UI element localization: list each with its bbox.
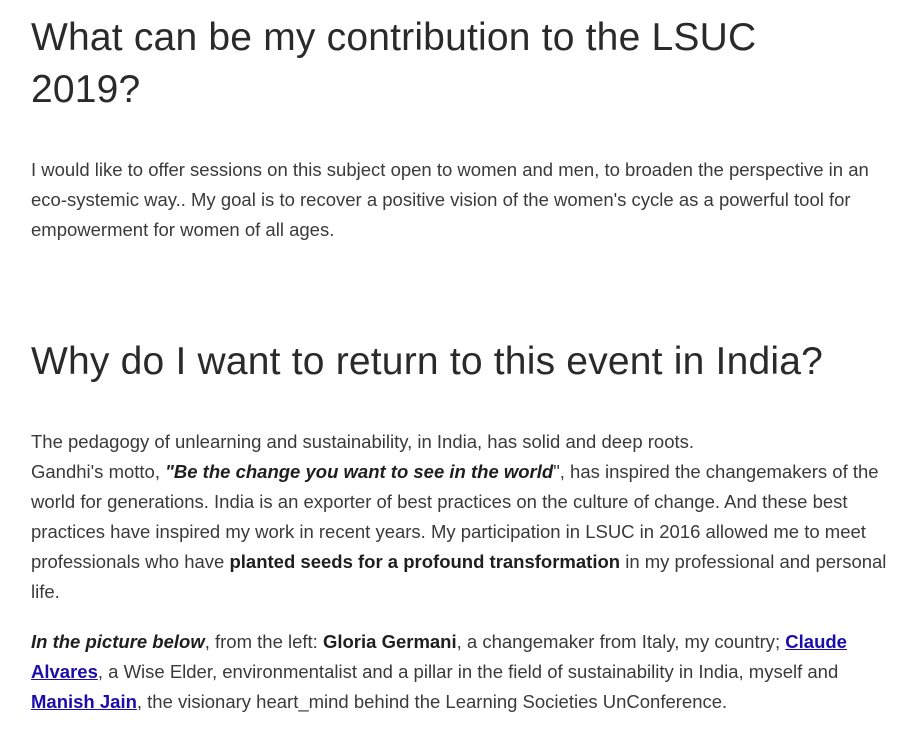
p3-text-1: , from the left:	[204, 631, 323, 652]
section-heading-contribution: What can be my contribution to the LSUC 2…	[31, 12, 891, 116]
heading-line-1: What can be my contribution to the LSUC	[31, 16, 757, 59]
manish-jain-link[interactable]: Manish Jain	[31, 691, 137, 712]
picture-intro: In the picture below	[31, 631, 205, 652]
gandhi-quote: "Be the change you want to see in the wo…	[165, 461, 554, 482]
name-gloria-germani: Gloria Germani	[322, 631, 457, 652]
p3-text-2: , a changemaker from Italy, my country;	[456, 631, 786, 652]
heading-line-2: 2019?	[31, 68, 141, 111]
p2-text-1: The pedagogy of unlearning and sustainab…	[31, 431, 695, 452]
picture-caption-paragraph: In the picture below, from the left: Glo…	[31, 627, 905, 717]
p3-text-3: , a Wise Elder, environmentalist and a p…	[97, 661, 839, 682]
return-paragraph: The pedagogy of unlearning and sustainab…	[31, 427, 905, 607]
p3-text-4: , the visionary heart_mind behind the Le…	[136, 691, 728, 712]
p2-bold-text: planted seeds for a profound transformat…	[229, 551, 621, 572]
p2-text-2: Gandhi's motto,	[31, 461, 166, 482]
section-heading-return: Why do I want to return to this event in…	[31, 340, 823, 383]
contribution-paragraph: I would like to offer sessions on this s…	[31, 159, 869, 240]
